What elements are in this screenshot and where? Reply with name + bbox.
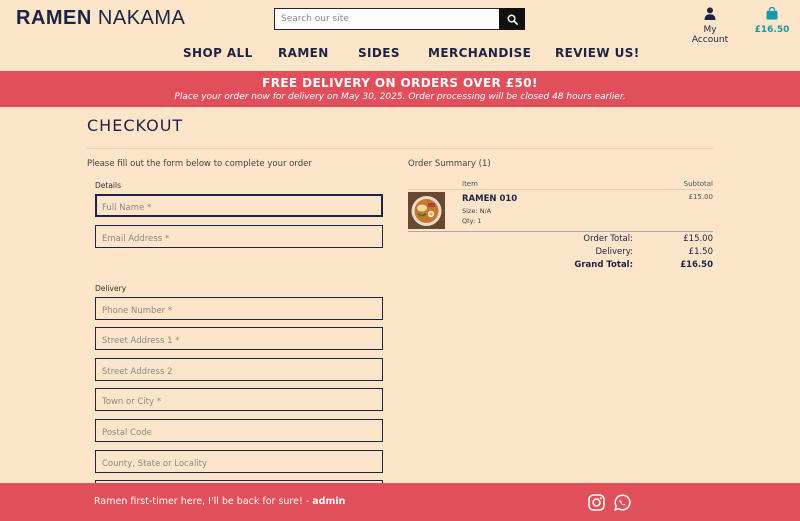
logo-text: NAKAMA [97, 7, 186, 29]
user-icon [704, 7, 716, 20]
search-input[interactable] [274, 8, 499, 30]
delivery-label-summary: Delivery: [595, 247, 633, 257]
form-intro: Please fill out the form below to comple… [87, 159, 312, 169]
nav-shop-all[interactable]: SHOP ALL [183, 46, 253, 60]
my-account-link[interactable]: My Account [684, 5, 736, 45]
phone-field[interactable] [95, 297, 383, 322]
delivery-row: Delivery: £1.50 [540, 247, 713, 260]
phone-input[interactable] [96, 300, 382, 322]
review-ticker: Ramen first-timer here, I'll be back for… [94, 496, 345, 507]
street-address-2-field[interactable] [95, 358, 383, 383]
whatsapp-icon[interactable] [614, 494, 631, 511]
town-city-field[interactable] [95, 388, 383, 413]
nav-sides[interactable]: SIDES [358, 46, 400, 60]
email-field[interactable] [95, 225, 383, 250]
divider [87, 148, 713, 149]
nav-merchandise[interactable]: MERCHANDISE [428, 46, 531, 60]
totals-divider [408, 231, 713, 232]
search-button[interactable] [499, 8, 525, 30]
grand-total-value: £16.50 [680, 260, 713, 270]
product-subtotal: £15.00 [688, 193, 714, 201]
main-nav: SHOP ALL RAMEN SIDES MERCHANDISE REVIEW … [0, 43, 800, 65]
header: RAMEN NAKAMA My Account £16.50 [0, 0, 800, 45]
promo-banner: FREE DELIVERY ON ORDERS OVER £50! Place … [0, 71, 800, 107]
order-total-value: £15.00 [683, 234, 713, 244]
town-city-input[interactable] [96, 391, 382, 413]
my-account-label: My Account [691, 25, 729, 45]
ramen-bowl-image [408, 192, 445, 229]
search-bar [274, 8, 525, 30]
col-subtotal-header: Subtotal [683, 180, 713, 188]
nav-ramen[interactable]: RAMEN [278, 46, 329, 60]
review-author: admin [312, 496, 346, 507]
delivery-label: Delivery [95, 284, 127, 293]
postal-code-input[interactable] [96, 422, 382, 444]
nav-review-us[interactable]: REVIEW US! [555, 46, 640, 60]
street-address-2-input[interactable] [96, 361, 382, 383]
page-title: CHECKOUT [87, 116, 184, 135]
shopping-bag-icon [766, 6, 778, 20]
cart-link[interactable]: £16.50 [754, 5, 790, 35]
footer: Ramen first-timer here, I'll be back for… [0, 483, 800, 521]
county-input[interactable] [96, 453, 382, 475]
order-total-row: Order Total: £15.00 [540, 234, 713, 247]
street-address-1-field[interactable] [95, 327, 383, 352]
full-name-input[interactable] [96, 197, 382, 219]
col-item-header: Item [462, 180, 478, 188]
summary-divider [408, 189, 713, 190]
product-thumbnail[interactable] [408, 192, 445, 229]
order-total-label: Order Total: [583, 234, 633, 244]
county-field[interactable] [95, 450, 383, 475]
grand-total-label: Grand Total: [574, 260, 633, 270]
product-name[interactable]: RAMEN 010 [462, 194, 517, 204]
logo-bold-text: RAMEN [16, 7, 92, 29]
order-summary-title: Order Summary (1) [408, 159, 491, 169]
full-name-field[interactable] [95, 194, 383, 219]
site-logo[interactable]: RAMEN NAKAMA [16, 7, 185, 30]
instagram-icon[interactable] [588, 494, 605, 511]
grand-total-row: Grand Total: £16.50 [540, 260, 713, 273]
details-label: Details [95, 181, 122, 190]
cart-total: £16.50 [754, 25, 790, 35]
product-size: Size: N/A [462, 207, 492, 215]
product-qty: Qty: 1 [462, 217, 482, 225]
search-icon [507, 14, 518, 25]
delivery-value: £1.50 [688, 247, 713, 257]
promo-subline: Place your order now for delivery on May… [174, 92, 626, 102]
promo-headline: FREE DELIVERY ON ORDERS OVER £50! [262, 76, 538, 90]
postal-code-field[interactable] [95, 419, 383, 444]
email-input[interactable] [96, 228, 382, 250]
review-text: Ramen first-timer here, I'll be back for… [94, 496, 313, 507]
street-address-1-input[interactable] [96, 330, 382, 352]
